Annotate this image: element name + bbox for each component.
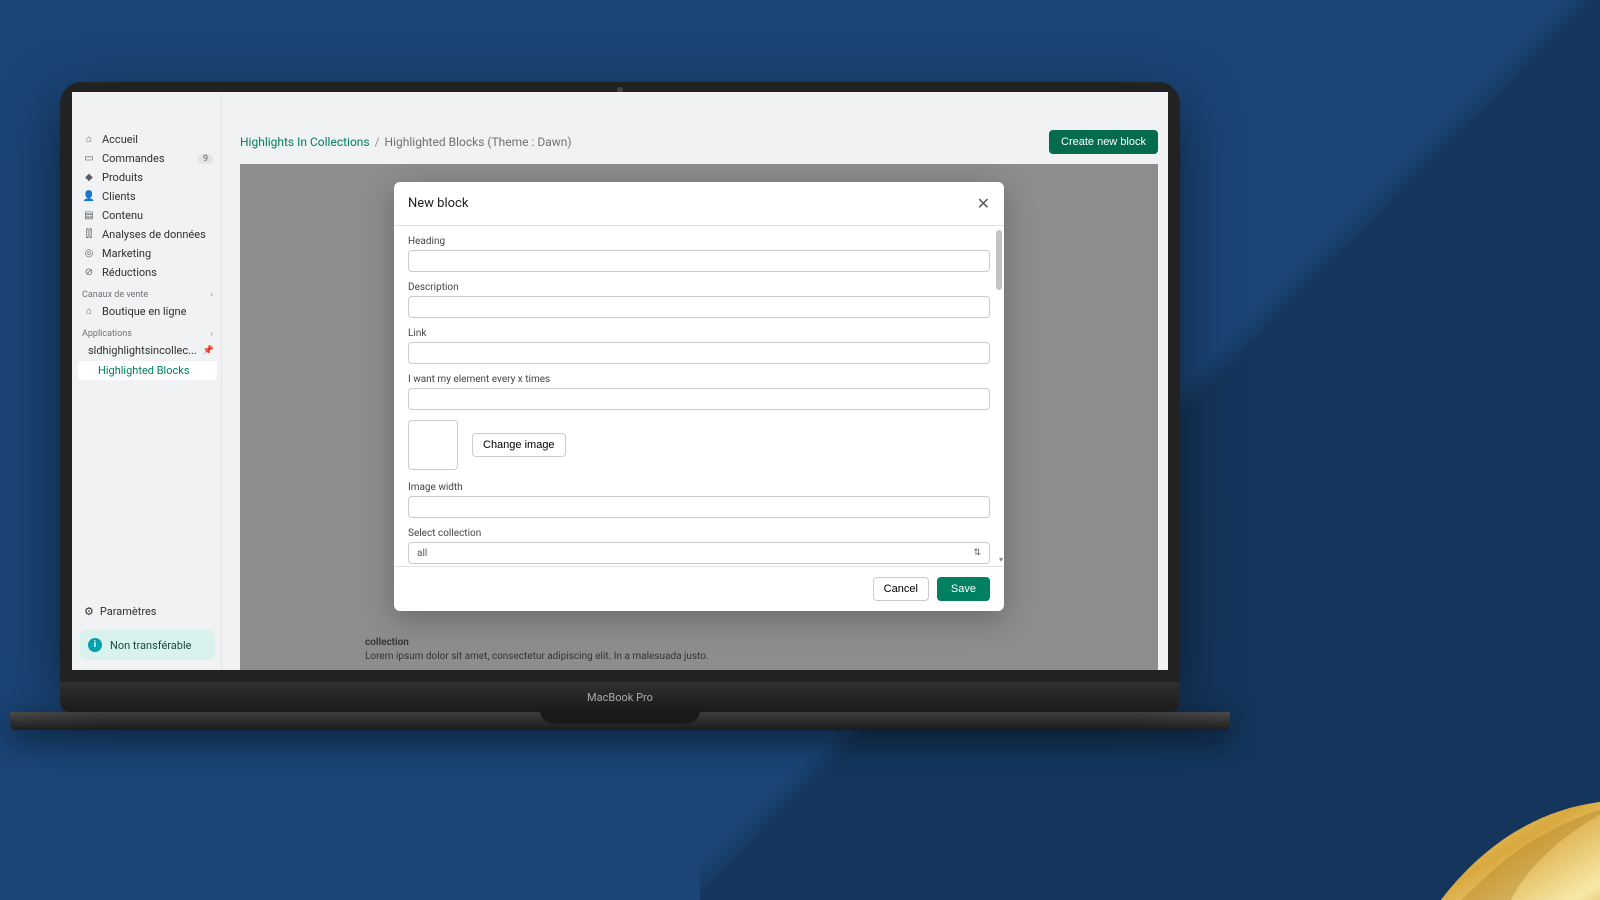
sidebar-item-label: Analyses de données (102, 228, 206, 241)
sidebar-item-label: Paramètres (100, 605, 157, 618)
person-icon: 👤 (82, 191, 96, 202)
image-preview (408, 420, 458, 470)
scrollbar-thumb[interactable] (996, 230, 1002, 290)
sidebar-item-label: Accueil (102, 133, 138, 146)
sidebar-item-online-store[interactable]: ⌂ Boutique en ligne (78, 302, 217, 321)
sidebar-item-content[interactable]: ▤ Contenu (78, 206, 217, 225)
every-label: I want my element every x times (408, 374, 990, 385)
create-new-block-button[interactable]: Create new block (1049, 130, 1158, 154)
sidebar-item-label: Clients (102, 190, 136, 203)
sidebar-item-label: Marketing (102, 247, 151, 260)
close-icon[interactable]: ✕ (977, 194, 990, 213)
sidebar-item-label: Commandes (102, 152, 165, 165)
link-input[interactable] (408, 342, 990, 364)
tag-icon: ◆ (82, 172, 96, 183)
select-collection-label: Select collection (408, 528, 990, 539)
sidebar-item-label: Contenu (102, 209, 143, 222)
sidebar-item-discounts[interactable]: ⊘ Réductions (78, 263, 217, 282)
description-input[interactable] (408, 296, 990, 318)
chevron-right-icon[interactable]: › (210, 329, 213, 339)
orders-icon: ▭ (82, 153, 96, 164)
pin-icon[interactable]: 📌 (203, 346, 214, 356)
content-icon: ▤ (82, 210, 96, 221)
scroll-down-icon[interactable]: ▾ (999, 555, 1003, 564)
orders-badge: 9 (198, 154, 213, 164)
marketing-icon: ◎ (82, 248, 96, 259)
sidebar-item-products[interactable]: ◆ Produits (78, 168, 217, 187)
gear-icon: ⚙ (84, 605, 94, 618)
home-icon: ⌂ (82, 134, 96, 145)
breadcrumb: Highlights In Collections / Highlighted … (240, 135, 572, 149)
chevron-right-icon[interactable]: › (210, 290, 213, 300)
sidebar-item-app[interactable]: sldhighlightsincollec... 📌 (78, 341, 217, 360)
description-label: Description (408, 282, 990, 293)
change-image-button[interactable]: Change image (472, 433, 566, 457)
save-button[interactable]: Save (937, 577, 990, 601)
select-collection-input[interactable]: all ⇅ (408, 542, 990, 564)
non-transferable-banner[interactable]: i Non transférable (80, 630, 215, 660)
laptop-label: MacBook Pro (587, 691, 653, 704)
laptop-mockup: ⌂ Accueil ▭ Commandes 9 ◆ Produits 👤 (60, 82, 1180, 730)
sidebar-item-analytics[interactable]: ⫿⫿ Analyses de données (78, 225, 217, 244)
sidebar-item-label: Produits (102, 171, 143, 184)
link-label: Link (408, 328, 990, 339)
sidebar-item-customers[interactable]: 👤 Clients (78, 187, 217, 206)
every-input[interactable] (408, 388, 990, 410)
content-backdrop: collection Lorem ipsum dolor sit amet, c… (240, 164, 1158, 670)
sidebar-item-label: sldhighlightsincollec... (88, 344, 197, 357)
analytics-icon: ⫿⫿ (82, 229, 96, 240)
apps-header: Applications › (78, 321, 217, 341)
sidebar-item-label: Boutique en ligne (102, 305, 186, 318)
image-width-label: Image width (408, 482, 990, 493)
sidebar-item-highlighted-blocks[interactable]: Highlighted Blocks (78, 361, 217, 380)
sidebar-item-label: Réductions (102, 266, 157, 279)
discount-icon: ⊘ (82, 267, 96, 278)
new-block-modal: New block ✕ ▾ Heading (394, 182, 1004, 611)
main-content: Highlights In Collections / Highlighted … (222, 92, 1168, 670)
store-icon: ⌂ (82, 306, 96, 317)
info-icon: i (88, 638, 102, 652)
breadcrumb-current: Highlighted Blocks (Theme : Dawn) (385, 135, 572, 149)
sidebar-item-marketing[interactable]: ◎ Marketing (78, 244, 217, 263)
heading-label: Heading (408, 236, 990, 247)
page-curl-decoration (1380, 710, 1600, 900)
laptop-base: MacBook Pro (60, 682, 1180, 712)
sidebar-item-settings[interactable]: ⚙ Paramètres (80, 599, 215, 624)
channels-header: Canaux de vente › (78, 282, 217, 302)
background-preview-text: collection Lorem ipsum dolor sit amet, c… (365, 636, 709, 664)
sidebar-item-orders[interactable]: ▭ Commandes 9 (78, 149, 217, 168)
sidebar: ⌂ Accueil ▭ Commandes 9 ◆ Produits 👤 (72, 92, 222, 670)
breadcrumb-root[interactable]: Highlights In Collections (240, 135, 370, 149)
select-caret-icon: ⇅ (973, 548, 981, 558)
heading-input[interactable] (408, 250, 990, 272)
modal-title: New block (408, 196, 468, 211)
sidebar-item-home[interactable]: ⌂ Accueil (78, 130, 217, 149)
image-width-input[interactable] (408, 496, 990, 518)
cancel-button[interactable]: Cancel (873, 577, 929, 601)
